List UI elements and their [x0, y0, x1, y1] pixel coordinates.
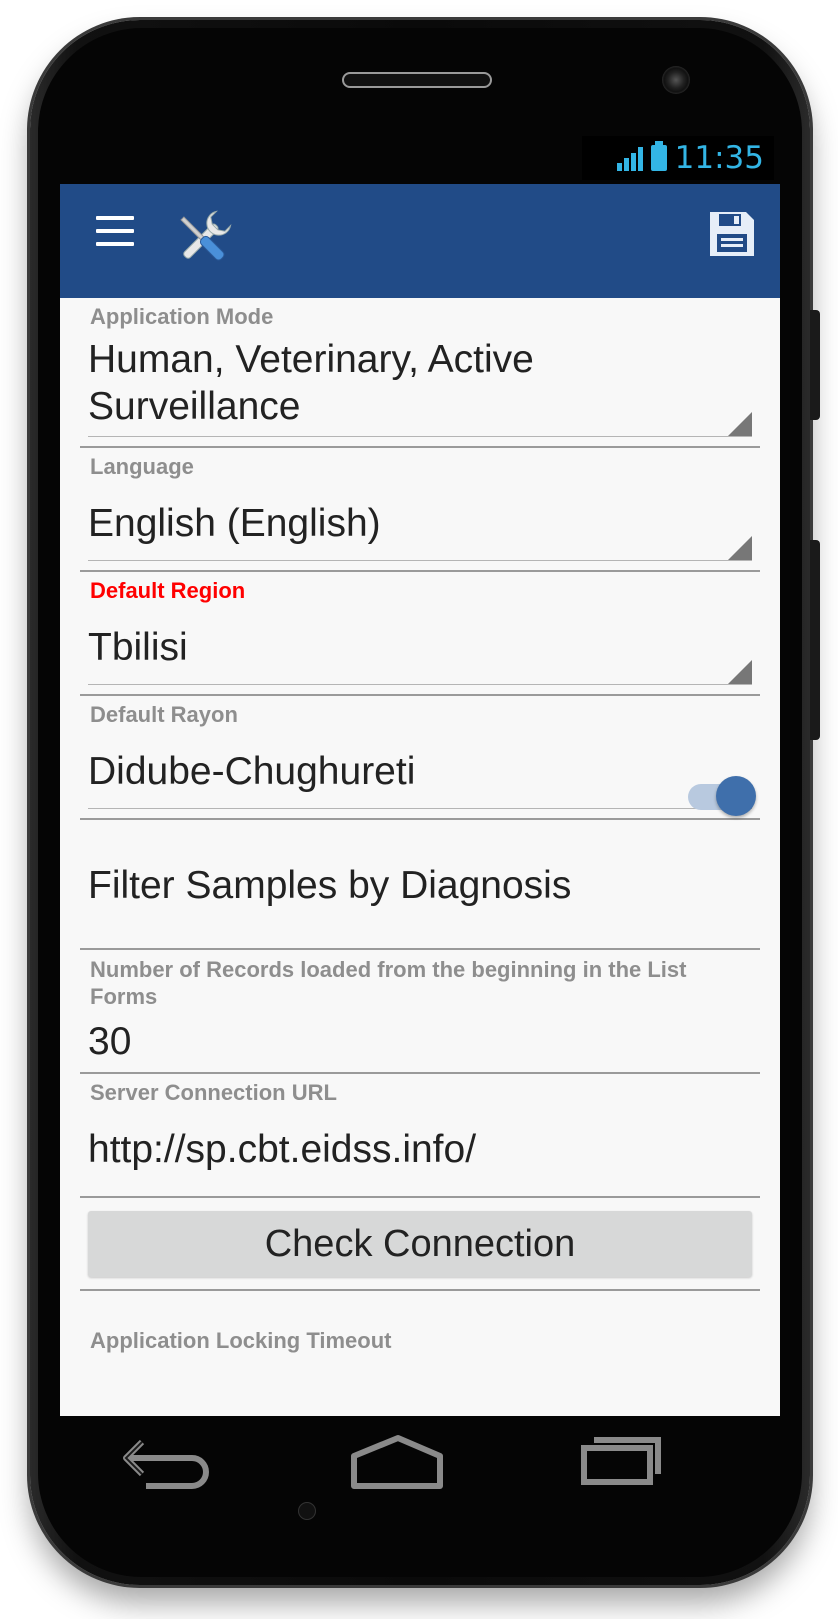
records-loaded-field[interactable]: Number of Records loaded from the beginn… — [80, 950, 760, 1074]
back-icon[interactable] — [110, 1416, 240, 1526]
default-region-value: Tbilisi — [88, 626, 188, 669]
locking-timeout-label: Application Locking Timeout — [90, 1328, 392, 1353]
recent-apps-icon[interactable] — [576, 1416, 706, 1526]
app-bar — [60, 184, 780, 298]
battery-icon — [650, 141, 667, 171]
check-connection-button[interactable]: Check Connection — [88, 1211, 752, 1277]
field-underline — [88, 684, 752, 685]
notification-led — [298, 1502, 316, 1520]
server-url-value: http://sp.cbt.eidss.info/ — [88, 1128, 477, 1171]
default-region-label: Default Region — [90, 578, 246, 603]
server-url-field[interactable]: Server Connection URL http://sp.cbt.eids… — [80, 1074, 760, 1196]
field-underline — [88, 436, 752, 437]
status-bar: 11:35 — [582, 136, 774, 180]
application-mode-value: Human, Veterinary, Active Surveillance — [88, 338, 534, 428]
filter-samples-toggle[interactable] — [688, 774, 756, 818]
volume-button — [810, 310, 820, 420]
field-underline — [88, 808, 752, 809]
language-value: English (English) — [88, 502, 381, 545]
language-field[interactable]: Language English (English) — [80, 448, 760, 568]
server-url-label: Server Connection URL — [90, 1080, 337, 1105]
navigation-bar — [60, 1416, 780, 1526]
default-rayon-value: Didube-Chughureti — [88, 750, 416, 793]
default-region-field[interactable]: Default Region Tbilisi — [80, 572, 760, 692]
save-icon[interactable] — [708, 210, 756, 258]
field-underline — [88, 560, 752, 561]
dropdown-arrow-icon — [728, 536, 752, 560]
records-loaded-value: 30 — [88, 1020, 132, 1063]
divider — [80, 1289, 760, 1291]
app-screen: Application Mode Human, Veterinary, Acti… — [60, 184, 780, 1416]
filter-samples-label: Filter Samples by Diagnosis — [88, 864, 572, 907]
dropdown-arrow-icon — [728, 412, 752, 436]
signal-icon — [616, 145, 643, 171]
default-rayon-label: Default Rayon — [90, 702, 238, 727]
records-loaded-label: Number of Records loaded from the beginn… — [90, 957, 687, 1009]
dropdown-arrow-icon — [728, 660, 752, 684]
divider — [80, 818, 760, 820]
status-time: 11:35 — [674, 140, 764, 176]
language-label: Language — [90, 454, 194, 479]
power-button — [810, 540, 820, 740]
home-icon[interactable] — [342, 1416, 472, 1526]
front-camera — [662, 66, 690, 94]
divider — [80, 1196, 760, 1198]
application-mode-label: Application Mode — [90, 304, 274, 329]
application-mode-field[interactable]: Application Mode Human, Veterinary, Acti… — [80, 298, 760, 448]
default-rayon-field[interactable]: Default Rayon Didube-Chughureti — [80, 696, 760, 816]
menu-icon[interactable] — [96, 216, 134, 246]
toggle-thumb — [716, 776, 756, 816]
earpiece-speaker — [342, 72, 492, 88]
tools-icon — [180, 210, 232, 261]
